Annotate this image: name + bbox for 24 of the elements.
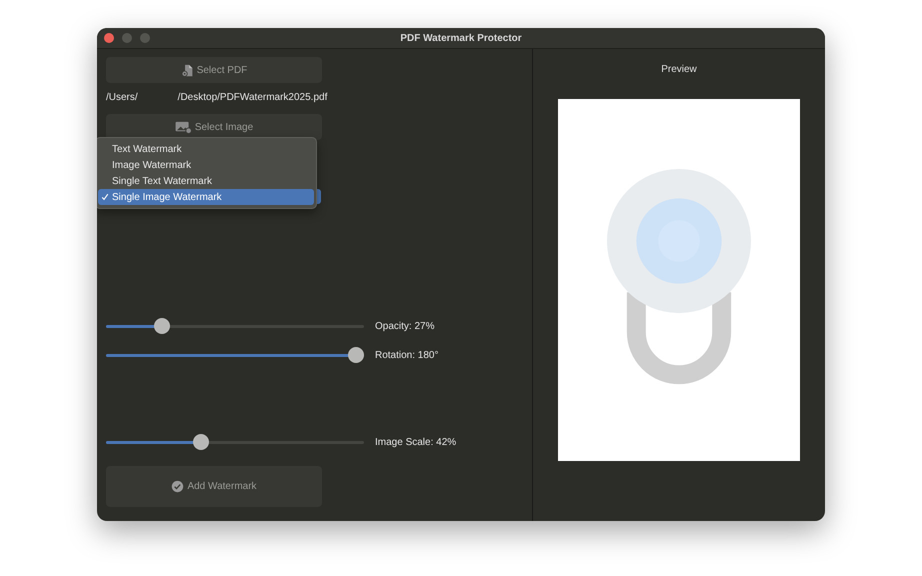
menu-item[interactable]: Single Image Watermark — [98, 189, 314, 205]
file-path-text: /Users/ — [106, 92, 138, 104]
image-gear-icon — [174, 120, 192, 134]
checkmark-circle-icon — [171, 480, 184, 493]
slider[interactable] — [106, 434, 364, 450]
slider-thumb[interactable] — [193, 434, 210, 450]
slider-thumb[interactable] — [154, 318, 170, 334]
menu-item[interactable]: Image Watermark — [98, 157, 314, 173]
slider-label: Image Scale: 42% — [375, 436, 456, 448]
add-watermark-button[interactable]: Add Watermark — [106, 466, 322, 507]
slider[interactable] — [106, 318, 364, 334]
slider-thumb[interactable] — [348, 347, 364, 363]
slider[interactable] — [106, 347, 364, 363]
menu-item[interactable]: Single Text Watermark — [98, 173, 314, 189]
checkmark-icon — [101, 193, 109, 201]
file-path-text: /Desktop/PDFWatermark2025.pdf — [178, 92, 328, 104]
window-title: PDF Watermark Protector — [399, 32, 523, 44]
slider-label: Rotation: 180° — [375, 350, 438, 360]
preview-title: Preview — [661, 64, 697, 75]
menu-item[interactable]: Text Watermark — [98, 141, 314, 157]
close-button[interactable] — [104, 33, 114, 43]
select-pdf-button[interactable]: Select PDF — [106, 57, 322, 83]
slider-label: Opacity: 27% — [375, 320, 434, 332]
document-gear-icon — [180, 64, 194, 76]
